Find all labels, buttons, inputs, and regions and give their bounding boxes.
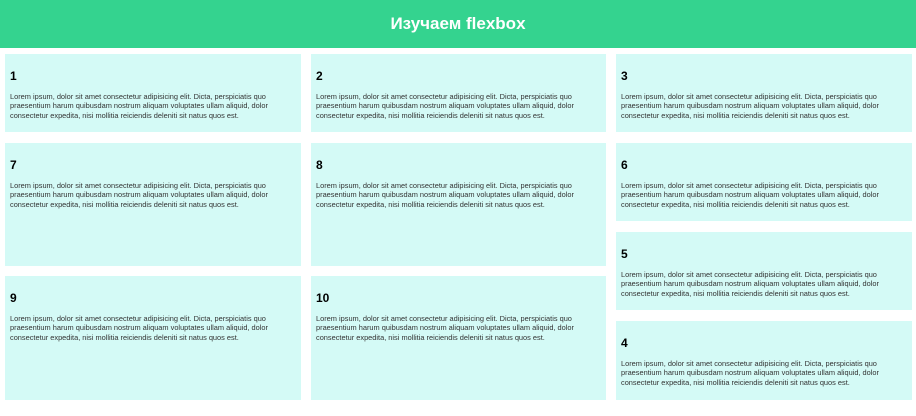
card-number: 3 bbox=[621, 69, 628, 83]
flex-card-5: 5 Lorem ipsum, dolor sit amet consectetu… bbox=[616, 232, 912, 310]
flex-card-8: 8 Lorem ipsum, dolor sit amet consectetu… bbox=[311, 143, 606, 266]
card-text: Lorem ipsum, dolor sit amet consectetur … bbox=[621, 92, 879, 120]
card-number: 8 bbox=[316, 158, 323, 172]
card-number: 2 bbox=[316, 69, 323, 83]
flex-card-4: 4 Lorem ipsum, dolor sit amet consectetu… bbox=[616, 321, 912, 400]
flex-card-2: 2 Lorem ipsum, dolor sit amet consectetu… bbox=[311, 54, 606, 132]
card-text: Lorem ipsum, dolor sit amet consectetur … bbox=[621, 181, 879, 209]
flex-card-6: 6 Lorem ipsum, dolor sit amet consectetu… bbox=[616, 143, 912, 221]
card-text: Lorem ipsum, dolor sit amet consectetur … bbox=[10, 314, 268, 342]
flex-card-7: 7 Lorem ipsum, dolor sit amet consectetu… bbox=[5, 143, 301, 266]
page-header: Изучаем flexbox bbox=[0, 0, 916, 48]
card-text: Lorem ipsum, dolor sit amet consectetur … bbox=[316, 314, 574, 342]
card-number: 6 bbox=[621, 158, 628, 172]
card-number: 10 bbox=[316, 291, 330, 305]
card-number: 7 bbox=[10, 158, 17, 172]
card-number: 4 bbox=[621, 336, 628, 350]
flex-card-9: 9 Lorem ipsum, dolor sit amet consectetu… bbox=[5, 276, 301, 400]
card-number: 9 bbox=[10, 291, 17, 305]
page-title: Изучаем flexbox bbox=[390, 14, 526, 33]
card-text: Lorem ipsum, dolor sit amet consectetur … bbox=[316, 181, 574, 209]
flex-card-1: 1 Lorem ipsum, dolor sit amet consectetu… bbox=[5, 54, 301, 132]
card-number: 5 bbox=[621, 247, 628, 261]
flex-card-3: 3 Lorem ipsum, dolor sit amet consectetu… bbox=[616, 54, 912, 132]
card-number: 1 bbox=[10, 69, 17, 83]
card-text: Lorem ipsum, dolor sit amet consectetur … bbox=[621, 359, 879, 387]
card-text: Lorem ipsum, dolor sit amet consectetur … bbox=[10, 181, 268, 209]
flex-card-10: 10 Lorem ipsum, dolor sit amet consectet… bbox=[311, 276, 606, 400]
card-text: Lorem ipsum, dolor sit amet consectetur … bbox=[10, 92, 268, 120]
card-text: Lorem ipsum, dolor sit amet consectetur … bbox=[316, 92, 574, 120]
card-text: Lorem ipsum, dolor sit amet consectetur … bbox=[621, 270, 879, 298]
